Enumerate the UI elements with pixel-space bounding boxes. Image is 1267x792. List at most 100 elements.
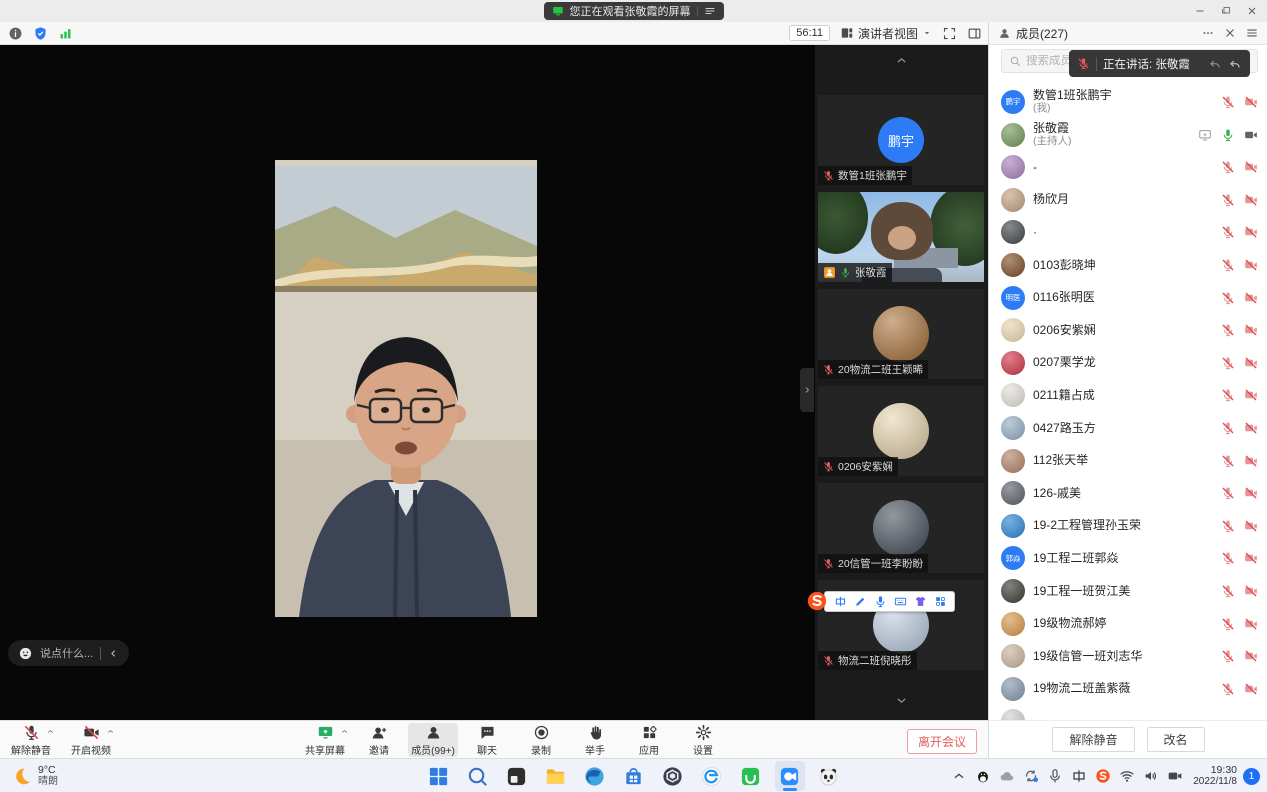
tray-icon[interactable] [1143,768,1159,784]
member-row[interactable]: - [989,151,1267,184]
taskbar-app-button[interactable] [619,761,649,791]
control-button[interactable]: 共享屏幕 [300,723,350,757]
tray-icon[interactable] [1119,768,1135,784]
member-row[interactable]: 19级物流郝婷 [989,607,1267,640]
network-signal-icon[interactable] [58,26,73,41]
avatar [1001,579,1025,603]
ime-tool-icon[interactable] [874,595,887,608]
leave-meeting-button[interactable]: 离开会议 [907,729,977,754]
side-panel-button[interactable] [967,26,982,41]
member-row[interactable]: 0103彭晓坤 [989,249,1267,282]
taskbar-app-button[interactable] [580,761,610,791]
member-row[interactable]: 19工程一班贺江美 [989,575,1267,608]
maximize-button[interactable] [1213,0,1239,22]
view-mode-button[interactable]: 演讲者视图 [840,25,932,42]
unmute-all-button[interactable]: 解除静音 [1052,727,1134,752]
security-shield-icon[interactable] [33,26,48,41]
member-row[interactable]: 19-2工程管理孙玉荣 [989,510,1267,543]
member-status-icons [1221,388,1258,402]
member-row[interactable]: 19物流二班盖紫薇 [989,673,1267,706]
ime-tool-icon[interactable] [934,595,947,608]
member-row[interactable]: 0427路玉方 [989,412,1267,445]
participant-tile[interactable]: 20物流二班王颖晞 [818,289,984,379]
member-row[interactable]: · [989,216,1267,249]
emoji-icon[interactable] [18,646,33,661]
control-button[interactable]: 聊天 [462,723,512,757]
tray-icon[interactable] [951,768,967,784]
taskbar-app-button[interactable] [775,761,805,791]
panel-menu-icon[interactable] [1245,26,1259,40]
member-row[interactable]: 郭焱 19工程二班郭焱 [989,542,1267,575]
participant-tile[interactable]: 张敬霞 [818,192,984,282]
chat-placeholder[interactable]: 说点什么... [40,645,93,661]
meeting-info-icon[interactable] [8,26,23,41]
weather-widget[interactable]: 9°C 晴朗 [12,759,58,792]
member-row[interactable]: 0207栗学龙 [989,347,1267,380]
chevron-up-icon[interactable] [46,727,55,736]
mic-status-icon [823,364,834,375]
tray-icon[interactable] [1047,768,1063,784]
minimize-button[interactable] [1187,0,1213,22]
member-row[interactable]: 杨欣月 [989,184,1267,217]
member-row[interactable] [989,705,1267,720]
taskbar-app-button[interactable] [424,761,454,791]
fullscreen-button[interactable] [942,26,957,41]
control-button[interactable]: 设置 [678,723,728,757]
more-options-icon[interactable] [1201,26,1215,40]
ime-tool-icon[interactable] [894,595,907,608]
control-button[interactable]: 邀请 [354,723,404,757]
control-button[interactable]: 录制 [516,723,566,757]
tray-icon[interactable] [1071,768,1087,784]
chevron-up-icon[interactable] [106,727,115,736]
control-button[interactable]: 应用 [624,723,674,757]
control-button[interactable]: 成员(99+) [408,723,458,757]
close-button[interactable] [1239,0,1265,22]
chevron-up-icon[interactable] [340,727,349,736]
tray-icon[interactable] [1095,768,1111,784]
tray-icon[interactable] [1167,768,1183,784]
rename-button[interactable]: 改名 [1147,727,1205,752]
filmstrip-scroll-down[interactable] [815,693,988,708]
member-row[interactable]: 126-戚美 [989,477,1267,510]
banner-menu-icon[interactable] [704,5,716,17]
taskbar-app-button[interactable] [814,761,844,791]
caret-down-icon [922,28,932,38]
member-row[interactable]: 19级信管一班刘志华 [989,640,1267,673]
taskbar-clock[interactable]: 19:30 2022/11/8 [1193,764,1237,788]
member-row[interactable]: 明医 0116张明医 [989,281,1267,314]
tray-icon[interactable] [999,768,1015,784]
sogou-logo-icon[interactable] [806,590,828,612]
filmstrip-scroll-up[interactable] [815,53,988,68]
control-button[interactable]: 解除静音 [6,723,56,757]
taskbar-app-button[interactable] [697,761,727,791]
member-name: 19工程二班郭焱 [1033,552,1213,565]
control-bar-center: 共享屏幕 邀请 成员(99+) 聊天 [300,721,728,759]
taskbar-app-button[interactable] [541,761,571,791]
taskbar-app-button[interactable] [658,761,688,791]
taskbar-app-button[interactable] [502,761,532,791]
taskbar-app-button[interactable] [736,761,766,791]
close-panel-icon[interactable] [1223,26,1237,40]
control-button[interactable]: 开启视频 [66,723,116,757]
member-row[interactable]: 112张天举 [989,444,1267,477]
control-bar-left: 解除静音 开启视频 [6,721,116,759]
tray-icon[interactable] [975,768,991,784]
quick-chat-bar[interactable]: 说点什么... [8,640,129,666]
taskbar-app-button[interactable] [463,761,493,791]
ime-tool-icon[interactable] [914,595,927,608]
member-row[interactable]: 0211籍占成 [989,379,1267,412]
participant-tile[interactable]: 0206安紫娴 [818,386,984,476]
participant-tile[interactable]: 20信管一班李盼盼 [818,483,984,573]
notification-count-badge[interactable]: 1 [1243,768,1260,785]
filmstrip-collapse-handle[interactable] [800,368,814,412]
tray-icon[interactable] [1023,768,1039,784]
participant-tile[interactable]: 鹏宇 数管1班张鹏宇 [818,95,984,185]
collapse-chat-icon[interactable] [108,648,119,659]
ime-tool-icon[interactable] [834,595,847,608]
member-row[interactable]: 鹏宇 数管1班张鹏宇 (我) [989,85,1267,118]
member-row[interactable]: 张敬霞 (主持人) [989,118,1267,151]
camera-status-icon [1244,258,1258,272]
ime-tool-icon[interactable] [854,595,867,608]
member-row[interactable]: 0206安紫娴 [989,314,1267,347]
control-button[interactable]: 举手 [570,723,620,757]
